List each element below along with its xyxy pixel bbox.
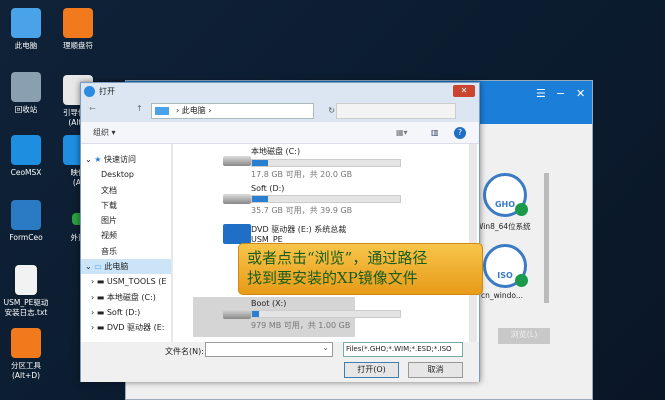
recycle-bin-icon: [11, 72, 41, 102]
desktop-icon-this-pc[interactable]: 此电脑: [0, 8, 52, 51]
desktop-icon-log-file[interactable]: USM_PE驱动 安装日志.txt: [0, 265, 52, 318]
nav-this-pc[interactable]: ⌄ ▭ 此电脑: [81, 259, 171, 275]
desktop-icon-recycle-bin[interactable]: 回收站: [0, 72, 52, 115]
hard-drive-icon: [223, 156, 251, 166]
minimize-button[interactable]: −: [556, 87, 565, 100]
nav-drive-c[interactable]: › ▬ 本地磁盘 (C:): [81, 290, 171, 305]
partition-tool-icon: [11, 328, 41, 358]
instruction-tooltip: 或者点击“浏览”，通过路径 找到要安装的XP镜像文件: [238, 243, 483, 295]
image-list-scrollbar[interactable]: [544, 173, 549, 303]
hard-drive-icon: [223, 309, 251, 319]
nav-videos[interactable]: 视频: [81, 228, 171, 243]
drive-c-usage: [251, 159, 401, 167]
gho-image-label: Win8_64位系统: [476, 222, 531, 231]
computer-icon: [11, 8, 41, 38]
cancel-button[interactable]: 取消: [408, 362, 463, 378]
drive-boot[interactable]: Boot (X:) 979 MB 可用，共 1.00 GB: [223, 299, 401, 331]
gho-image-item[interactable]: GHO: [483, 173, 528, 217]
dialog-title-bar: 打开 ✕: [81, 83, 479, 101]
menu-icon[interactable]: ☰: [536, 87, 546, 100]
dialog-bottom: 文件名(N): ⌄ Files(*.GHO;*.WIM;*.ESD;*.ISO …: [81, 342, 479, 382]
app-logo-icon: [84, 86, 95, 97]
ceomsx-icon: [11, 135, 41, 165]
desktop-icon-partition-tool[interactable]: 分区工具 (Alt+D): [0, 328, 52, 381]
desktop-icon-ceomsx[interactable]: CeoMSX: [0, 135, 52, 178]
text-file-icon: [15, 265, 37, 295]
formceo-icon: [11, 200, 41, 230]
nav-dvd[interactable]: › ▬ DVD 驱动器 (E:: [81, 320, 171, 335]
dialog-toolbar: 组织 ▾ ▦▾ ▥ ?: [81, 122, 479, 144]
desktop-icon-formceo[interactable]: FormCeo: [0, 200, 52, 243]
dvd-drive-icon: [223, 224, 251, 244]
check-badge-icon: [515, 203, 528, 216]
search-input[interactable]: [336, 103, 456, 119]
back-icon[interactable]: ←: [89, 104, 96, 113]
view-options-icon[interactable]: ▦▾: [396, 122, 408, 144]
nav-desktop[interactable]: Desktop: [81, 167, 171, 182]
up-icon[interactable]: ↑: [136, 104, 143, 113]
drive-dvd[interactable]: DVD 驱动器 (E:) 系统总裁 USM_PE: [223, 224, 401, 244]
organize-menu[interactable]: 组织 ▾: [93, 128, 116, 137]
preview-pane-icon[interactable]: ▥: [431, 122, 439, 144]
nav-downloads[interactable]: 下载: [81, 198, 171, 213]
drive-c[interactable]: 本地磁盘 (C:) 17.8 GB 可用，共 20.0 GB: [223, 146, 401, 180]
file-type-select[interactable]: Files(*.GHO;*.WIM;*.ESD;*.ISO: [343, 342, 463, 357]
iso-image-label: cn_windo...: [481, 291, 523, 300]
help-icon[interactable]: ?: [454, 127, 466, 139]
check-badge-icon: [515, 274, 528, 287]
nav-music[interactable]: 音乐: [81, 244, 171, 259]
navigation-pane: ⌄ ★ 快速访问 Desktop 文档 下载 图片 视频 音乐 ⌄ ▭ 此电脑 …: [81, 144, 171, 342]
az-icon: [63, 8, 93, 38]
open-file-dialog: 打开 ✕ ← ↑ › 此电脑 › ↻ 组织 ▾ ▦▾ ▥ ? ⌄ ★ 快速访问 De…: [80, 82, 480, 382]
close-button[interactable]: ✕: [576, 87, 585, 100]
desktop-icon-drive-letters[interactable]: 理顺盘符: [52, 8, 104, 51]
drive-boot-usage: [251, 310, 401, 318]
iso-image-item[interactable]: ISO: [483, 244, 528, 288]
nav-usm-tools[interactable]: › ▬ USM_TOOLS (E: [81, 274, 171, 289]
open-button[interactable]: 打开(O): [344, 362, 399, 378]
browse-button[interactable]: 浏览(L): [498, 328, 550, 344]
hard-drive-icon: [223, 194, 251, 204]
nav-quick-access[interactable]: ⌄ ★ 快速访问: [81, 152, 171, 167]
address-bar[interactable]: › 此电脑 › ↻: [151, 103, 335, 119]
close-button[interactable]: ✕: [453, 85, 475, 97]
drive-d-usage: [251, 195, 401, 203]
filename-label: 文件名(N):: [165, 347, 204, 356]
nav-pictures[interactable]: 图片: [81, 213, 171, 228]
computer-icon: [155, 107, 169, 115]
chevron-down-icon: ⌄: [322, 343, 329, 352]
refresh-icon[interactable]: ↻: [328, 104, 335, 118]
drive-d[interactable]: Soft (D:) 35.7 GB 可用，共 39.9 GB: [223, 184, 401, 216]
filename-input[interactable]: ⌄: [205, 342, 333, 357]
nav-drive-d[interactable]: › ▬ Soft (D:): [81, 305, 171, 320]
nav-documents[interactable]: 文档: [81, 183, 171, 198]
